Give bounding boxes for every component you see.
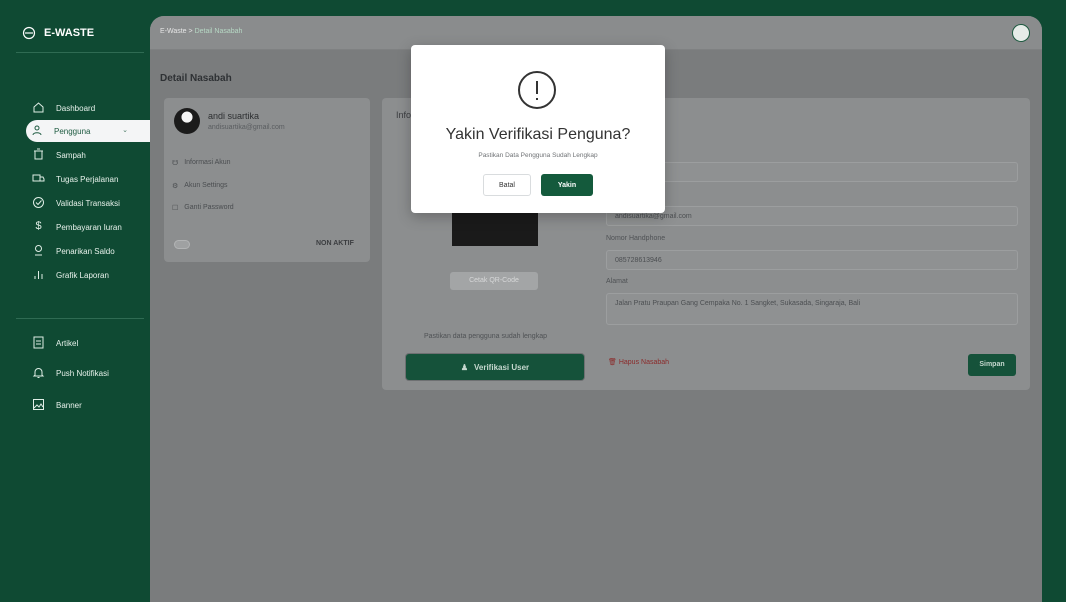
sidebar-item-label: Artikel (56, 338, 79, 348)
delete-label: Hapus Nasabah (618, 359, 670, 366)
recycle-icon (22, 26, 36, 40)
brand[interactable]: E-WASTE (22, 26, 94, 40)
sidebar-item-label: Pengguna (54, 126, 91, 136)
profile-name: andi suartika (208, 111, 260, 121)
qr-code-image (452, 212, 538, 246)
check-circle-icon (33, 197, 44, 208)
status-badge: NON AKTIF (316, 240, 354, 247)
users-icon (32, 125, 42, 136)
menu-akun-settings[interactable]: ⚙ Akun Settings (172, 182, 227, 190)
sidebar-item-label: Pembayaran Iuran (56, 222, 122, 232)
image-icon (33, 399, 44, 410)
truck-icon (32, 174, 45, 182)
sidebar-item-label: Penarikan Saldo (56, 246, 115, 256)
avatar (174, 108, 200, 134)
sidebar-item-dashboard[interactable]: Dashboard (0, 97, 154, 119)
phone-field[interactable]: 085728613946 (606, 250, 1018, 270)
verification-hint: Pastikan data pengguna sudah lengkap (424, 333, 547, 340)
sidebar-item-label: Validasi Transaksi (56, 198, 120, 208)
cancel-button[interactable]: Batal (483, 174, 531, 196)
sidebar-item-penarikan-saldo[interactable]: Penarikan Saldo (0, 240, 154, 262)
breadcrumb-root[interactable]: E-Waste (160, 28, 187, 35)
sidebar-divider (16, 52, 144, 53)
profile-email: andisuartika@gmail.com (208, 124, 285, 131)
chevron-down-icon: ⌄ (122, 127, 128, 134)
sidebar: E-WASTE Dashboard Pengguna ⌄ Sampah Tuga… (0, 0, 154, 602)
chart-icon (34, 271, 43, 279)
sidebar-item-label: Push Notifikasi (56, 368, 109, 378)
status-toggle[interactable] (174, 240, 190, 249)
wallet-icon (35, 245, 42, 256)
sidebar-item-label: Tugas Perjalanan (56, 174, 119, 184)
sidebar-item-artikel[interactable]: Artikel (0, 332, 154, 354)
trash-icon: 🗑 (608, 359, 617, 366)
breadcrumb-current: Detail Nasabah (194, 28, 243, 35)
dollar-icon: $ (35, 220, 42, 232)
breadcrumb-separator: > (188, 28, 193, 35)
user-check-icon: ♟ (460, 362, 468, 372)
dialog-title: Yakin Verifikasi Penguna? (445, 126, 631, 143)
confirm-dialog: Yakin Verifikasi Penguna? Pastikan Data … (411, 45, 665, 213)
menu-ganti-password[interactable]: ☐ Ganti Password (172, 204, 234, 212)
brand-label: E-WASTE (44, 27, 95, 39)
save-button[interactable]: Simpan (968, 354, 1016, 376)
user-icon: ☋ (172, 160, 179, 167)
print-qr-button[interactable]: Cetak QR-Code (450, 272, 538, 290)
sidebar-item-label: Banner (56, 400, 82, 410)
document-icon (33, 336, 44, 349)
breadcrumb: E-Waste > Detail Nasabah (160, 28, 242, 35)
trash-icon (34, 148, 43, 160)
sidebar-item-push-notifikasi[interactable]: Push Notifikasi (0, 362, 154, 384)
menu-label: Akun Settings (184, 182, 228, 189)
menu-label: Ganti Password (184, 204, 234, 211)
verify-user-label: Verifikasi User (474, 362, 530, 372)
sidebar-item-tugas-perjalanan[interactable]: Tugas Perjalanan (0, 168, 154, 190)
settings-icon: ⚙ (172, 183, 179, 190)
menu-label: Informasi Akun (184, 159, 231, 166)
sidebar-item-banner[interactable]: Banner (0, 394, 154, 416)
phone-label: Nomor Handphone (606, 235, 666, 242)
warning-icon (518, 71, 556, 109)
user-menu-icon[interactable] (1012, 24, 1030, 42)
info-card-title: Info (396, 110, 412, 120)
email-field[interactable]: andisuartika@gmail.com (606, 206, 1018, 226)
verify-user-button[interactable]: ♟ Verifikasi User (406, 354, 584, 380)
confirm-button[interactable]: Yakin (541, 174, 593, 196)
name-field[interactable] (606, 162, 1018, 182)
sidebar-item-label: Sampah (56, 150, 86, 160)
page-title: Detail Nasabah (160, 73, 232, 84)
home-icon (33, 102, 44, 113)
sidebar-item-grafik-laporan[interactable]: Grafik Laporan (0, 264, 154, 286)
sidebar-item-sampah[interactable]: Sampah (0, 144, 154, 166)
sidebar-item-pembayaran-iuran[interactable]: $ Pembayaran Iuran (0, 216, 154, 238)
sidebar-item-label: Dashboard (56, 103, 96, 113)
address-field[interactable]: Jalan Pratu Praupan Gang Cempaka No. 1 S… (606, 293, 1018, 325)
sidebar-divider (16, 318, 144, 319)
menu-informasi-akun[interactable]: ☋ Informasi Akun (172, 159, 231, 167)
dialog-subtitle: Pastikan Data Pengguna Sudah Lengkap (478, 152, 598, 159)
sidebar-item-pengguna[interactable]: Pengguna ⌄ (26, 120, 154, 142)
delete-customer-link[interactable]: 🗑 Hapus Nasabah (608, 358, 669, 366)
lock-icon: ☐ (172, 205, 179, 212)
bell-icon (32, 368, 45, 378)
sidebar-item-label: Grafik Laporan (56, 270, 109, 280)
sidebar-item-validasi-transaksi[interactable]: Validasi Transaksi (0, 192, 154, 214)
address-label: Alamat (606, 278, 628, 285)
